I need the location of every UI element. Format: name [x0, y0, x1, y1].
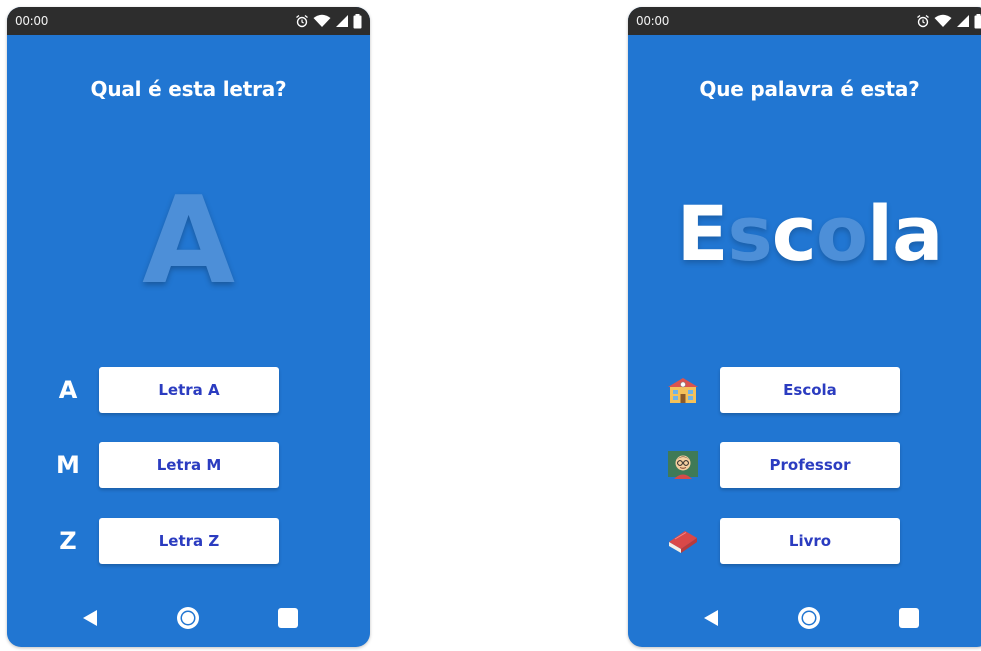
- option-button-professor[interactable]: Professor: [720, 442, 900, 488]
- target-letter: A: [142, 172, 235, 311]
- option-button-letra-m[interactable]: Letra M: [99, 442, 279, 488]
- status-bar: 00:00: [7, 7, 370, 35]
- option-button-letra-z[interactable]: Letra Z: [99, 518, 279, 564]
- question-title: Que palavra é esta?: [699, 77, 920, 101]
- word-letter-missing: o: [815, 189, 868, 278]
- option-row: Professor: [628, 442, 981, 488]
- question-title: Qual é esta letra?: [90, 77, 287, 101]
- word-letter: c: [771, 189, 817, 278]
- status-time: 00:00: [636, 14, 670, 28]
- signal-icon: [336, 15, 348, 27]
- word-letter: E: [676, 189, 729, 278]
- option-button-escola[interactable]: Escola: [720, 367, 900, 413]
- alarm-icon: [296, 14, 308, 28]
- word-letter: l: [867, 189, 893, 278]
- battery-icon: [353, 13, 362, 28]
- signal-icon: [957, 15, 969, 27]
- recents-icon[interactable]: [275, 605, 301, 631]
- target-word: Escola: [628, 184, 981, 284]
- phone-screen-letter-quiz: 00:00 Qual é esta letra? A A Letra A M L…: [7, 7, 370, 647]
- teacher-emoji-icon: [668, 451, 698, 479]
- option-letter-label: A: [58, 376, 78, 404]
- option-row: Escola: [628, 367, 981, 413]
- option-row: Livro: [628, 518, 981, 564]
- word-letter: a: [892, 189, 943, 278]
- wifi-icon: [934, 14, 952, 27]
- status-icons: [295, 13, 362, 29]
- home-icon[interactable]: [175, 605, 201, 631]
- home-icon[interactable]: [796, 605, 822, 631]
- school-emoji-icon: [668, 378, 698, 403]
- option-letter-label: M: [56, 451, 80, 479]
- recents-icon[interactable]: [896, 605, 922, 631]
- option-button-letra-a[interactable]: Letra A: [99, 367, 279, 413]
- option-row: A Letra A: [7, 367, 370, 413]
- navigation-bar: [628, 587, 981, 647]
- status-icons: [916, 13, 981, 29]
- option-button-livro[interactable]: Livro: [720, 518, 900, 564]
- book-emoji-icon: [669, 531, 697, 553]
- status-bar: 00:00: [628, 7, 981, 35]
- status-time: 00:00: [15, 14, 49, 28]
- back-icon[interactable]: [698, 605, 724, 631]
- phone-screen-word-quiz: 00:00 Que palavra é esta? Escola Escola …: [628, 7, 981, 647]
- option-letter-label: Z: [59, 527, 77, 555]
- battery-icon: [974, 13, 981, 28]
- option-row: M Letra M: [7, 442, 370, 488]
- option-row: Z Letra Z: [7, 518, 370, 564]
- wifi-icon: [313, 14, 331, 27]
- word-letter-missing: s: [727, 189, 773, 278]
- back-icon[interactable]: [77, 605, 103, 631]
- alarm-icon: [917, 14, 929, 28]
- navigation-bar: [7, 587, 370, 647]
